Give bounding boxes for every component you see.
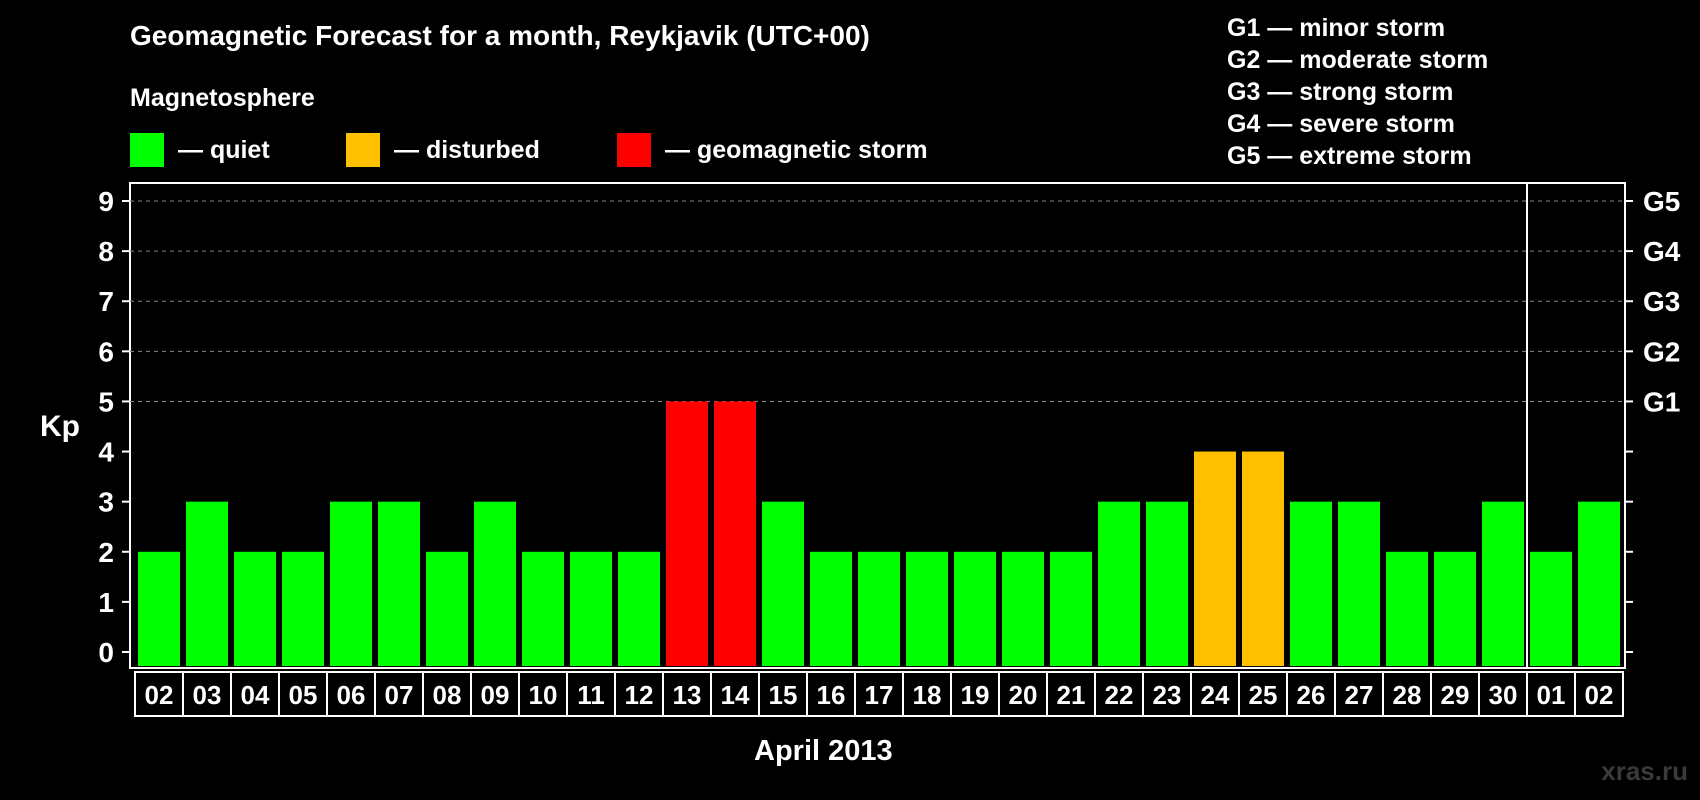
kp-bar-09 (474, 501, 516, 666)
kp-bar-03 (186, 501, 228, 666)
x-tick-label: 09 (481, 680, 510, 710)
kp-bar-12 (618, 551, 660, 666)
kp-bar-26 (1290, 501, 1332, 666)
storm-scale-g2: G2 — moderate storm (1227, 46, 1489, 74)
legend-label-disturbed: — disturbed (394, 135, 540, 164)
x-tick-label: 15 (769, 680, 798, 710)
x-tick-label: 02 (145, 680, 174, 710)
x-tick-label: 28 (1393, 680, 1422, 710)
kp-bar-08 (426, 551, 468, 666)
x-tick-label: 04 (241, 680, 270, 710)
kp-bar-04 (234, 551, 276, 666)
kp-bar-14 (714, 401, 756, 666)
kp-bar-18 (906, 551, 948, 666)
x-tick-label: 08 (433, 680, 462, 710)
x-tick-label: 26 (1297, 680, 1326, 710)
x-tick-label: 25 (1249, 680, 1278, 710)
kp-bar-05 (282, 551, 324, 666)
y-tick-label: 2 (98, 537, 114, 568)
g-scale-tick-label: G1 (1643, 386, 1680, 417)
kp-bar-28 (1386, 551, 1428, 666)
x-tick-label: 07 (385, 680, 414, 710)
storm-scale-g3: G3 — strong storm (1227, 78, 1454, 106)
legend-item-storm: — geomagnetic storm (617, 133, 928, 167)
kp-bar-15 (762, 501, 804, 666)
x-tick-label: 23 (1153, 680, 1182, 710)
y-tick-label: 7 (98, 286, 114, 317)
watermark: xras.ru (1601, 756, 1688, 786)
legend-item-disturbed: — disturbed (346, 133, 540, 167)
x-tick-label: 22 (1105, 680, 1134, 710)
storm-scale-g5: G5 — extreme storm (1227, 142, 1472, 170)
y-tick-label: 9 (98, 186, 114, 217)
y-tick-label: 3 (98, 487, 114, 518)
kp-bar-24 (1194, 451, 1236, 666)
kp-bar-29 (1434, 551, 1476, 666)
storm-scale-legend: G1 — minor storm G2 — moderate storm G3 … (1227, 12, 1488, 172)
kp-bar-02 (1578, 501, 1620, 666)
y-tick-label: 5 (98, 386, 114, 417)
g-scale-tick-label: G4 (1643, 236, 1681, 267)
kp-bar-23 (1146, 501, 1188, 666)
x-tick-label: 27 (1345, 680, 1374, 710)
legend-swatch-quiet (130, 133, 164, 167)
storm-scale-g4: G4 — severe storm (1227, 110, 1455, 138)
kp-bar-11 (570, 551, 612, 666)
legend-swatch-storm (617, 133, 651, 167)
kp-bar-10 (522, 551, 564, 666)
x-tick-label: 02 (1585, 680, 1614, 710)
x-tick-label: 21 (1057, 680, 1086, 710)
kp-bar-16 (810, 551, 852, 666)
x-tick-label: 01 (1537, 680, 1566, 710)
legend-label-quiet: — quiet (178, 135, 270, 164)
g-scale-tick-label: G5 (1643, 186, 1680, 217)
x-axis-label: April 2013 (754, 735, 893, 767)
legend-heading: Magnetosphere (130, 84, 315, 112)
x-tick-label: 20 (1009, 680, 1038, 710)
kp-bar-17 (858, 551, 900, 666)
x-tick-label: 05 (289, 680, 318, 710)
kp-bar-20 (1002, 551, 1044, 666)
y-tick-label: 1 (98, 587, 114, 618)
kp-bar-19 (954, 551, 996, 666)
kp-bar-01 (1530, 551, 1572, 666)
y-tick-label: 0 (98, 637, 114, 668)
x-tick-label: 30 (1489, 680, 1518, 710)
legend-item-quiet: — quiet (130, 133, 270, 167)
x-tick-label: 17 (865, 680, 894, 710)
kp-bar-27 (1338, 501, 1380, 666)
x-tick-label: 14 (721, 680, 750, 710)
x-tick-label: 06 (337, 680, 366, 710)
kp-bar-21 (1050, 551, 1092, 666)
x-tick-label: 24 (1201, 680, 1230, 710)
x-tick-label: 03 (193, 680, 222, 710)
kp-bar-30 (1482, 501, 1524, 666)
g-scale-tick-label: G3 (1643, 286, 1680, 317)
y-tick-label: 4 (98, 437, 114, 468)
x-tick-label: 11 (577, 680, 605, 710)
y-tick-label: 8 (98, 236, 114, 267)
g-scale-tick-label: G2 (1643, 336, 1680, 367)
y-axis-label: Kp (40, 410, 80, 443)
x-tick-label: 13 (673, 680, 702, 710)
kp-bar-13 (666, 401, 708, 666)
x-tick-label: 12 (625, 680, 654, 710)
kp-bar-22 (1098, 501, 1140, 666)
x-tick-label: 29 (1441, 680, 1470, 710)
kp-bar-07 (378, 501, 420, 666)
chart-title: Geomagnetic Forecast for a month, Reykja… (130, 20, 870, 51)
kp-bar-02 (138, 551, 180, 666)
kp-bar-25 (1242, 451, 1284, 666)
legend-label-storm: — geomagnetic storm (665, 135, 928, 164)
storm-scale-g1: G1 — minor storm (1227, 14, 1446, 42)
legend-swatch-disturbed (346, 133, 380, 167)
x-tick-label: 16 (817, 680, 846, 710)
x-tick-label: 10 (529, 680, 558, 710)
x-tick-label: 19 (961, 680, 990, 710)
kp-bar-06 (330, 501, 372, 666)
y-tick-label: 6 (98, 336, 114, 367)
x-tick-label: 18 (913, 680, 942, 710)
